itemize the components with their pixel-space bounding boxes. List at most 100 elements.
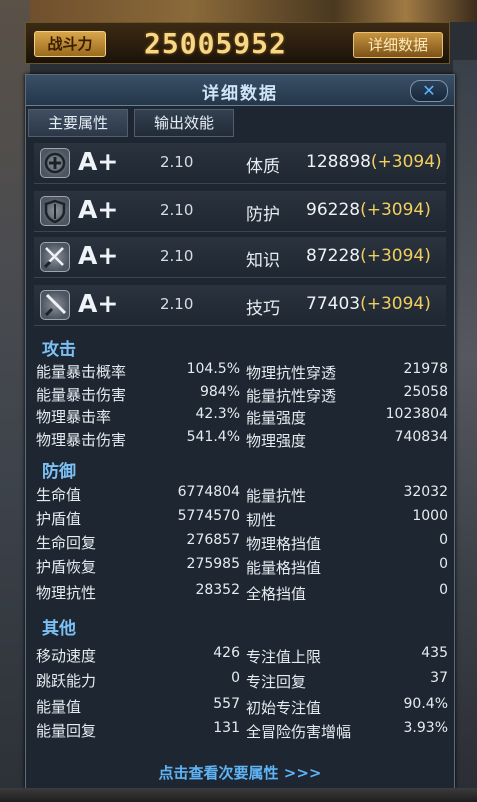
section-title-other: 其他	[42, 619, 76, 639]
stat-value: 740834	[394, 429, 448, 445]
stat-name: 全格挡值	[246, 585, 307, 603]
attribute-multiplier: 2.10	[160, 247, 194, 265]
stat-value: 435	[421, 645, 448, 661]
attribute-base-value: 77403	[306, 294, 361, 314]
crossed-swords-icon	[40, 242, 70, 272]
stat-value: 276857	[186, 532, 240, 548]
attribute-row-skill: A+ 2.10 技巧 77403(+3094)	[34, 285, 446, 326]
attribute-row-knowledge: A+ 2.10 知识 87228(+3094)	[34, 237, 446, 278]
stat-row: 移动速度 426 专注值上限 435	[36, 645, 448, 667]
attribute-base-value: 96228	[306, 200, 361, 220]
game-background-right	[453, 60, 477, 802]
stat-value: 1000	[412, 508, 448, 524]
stat-row: 护盾恢复 275985 能量格挡值 0	[36, 556, 448, 578]
stat-name: 物理暴击伤害	[36, 431, 127, 449]
attribute-bonus: (+3094)	[360, 246, 431, 266]
close-button[interactable]: ✕	[410, 80, 448, 102]
stat-name: 护盾值	[36, 510, 82, 528]
stat-row: 能量回复 131 全冒险伤害增幅 3.93%	[36, 720, 448, 742]
attribute-name: 知识	[246, 251, 280, 271]
stat-name: 初始专注值	[246, 699, 322, 717]
stat-value: 541.4%	[186, 429, 240, 445]
attribute-grade: A+	[78, 241, 119, 270]
view-secondary-attributes-link[interactable]: 点击查看次要属性 >>>	[26, 762, 454, 783]
attribute-multiplier: 2.10	[160, 295, 194, 313]
stat-row: 生命回复 276857 物理格挡值 0	[36, 532, 448, 554]
plus-circle-icon	[40, 148, 70, 178]
stat-value: 37	[430, 670, 448, 686]
attribute-name: 技巧	[246, 299, 280, 319]
stat-value: 25058	[403, 384, 448, 400]
stat-value: 0	[231, 670, 240, 686]
attribute-name: 体质	[246, 157, 280, 177]
stat-row: 物理暴击率 42.3% 能量强度 1023804	[36, 406, 448, 428]
panel-title: 详细数据	[202, 84, 278, 104]
combat-power-label: 战斗力	[34, 31, 106, 57]
stat-row: 生命值 6774804 能量抗性 32032	[36, 484, 448, 506]
stat-row: 能量值 557 初始专注值 90.4%	[36, 696, 448, 718]
attribute-base-value: 128898	[306, 152, 371, 172]
combat-power-value: 25005952	[144, 27, 287, 60]
stat-value: 0	[439, 556, 448, 572]
detail-data-panel: 详细数据 ✕ 主要属性 输出效能 A+ 2.10 体质 128898(+3094…	[25, 74, 455, 789]
stat-value: 426	[213, 645, 240, 661]
close-icon: ✕	[422, 81, 436, 100]
attribute-name: 防护	[246, 205, 280, 225]
stat-name: 物理抗性穿透	[246, 364, 337, 382]
tab-output-efficiency[interactable]: 输出效能	[134, 109, 234, 137]
stat-value: 1023804	[385, 406, 448, 422]
combat-power-bar: 战斗力 25005952 详细数据	[25, 22, 450, 64]
stat-name: 能量格挡值	[246, 559, 322, 577]
stat-name: 能量抗性穿透	[246, 387, 337, 405]
attribute-multiplier: 2.10	[160, 153, 194, 171]
stat-name: 物理强度	[246, 432, 307, 450]
attribute-bonus: (+3094)	[360, 200, 431, 220]
stat-row: 能量暴击伤害 984% 能量抗性穿透 25058	[36, 384, 448, 406]
stat-name: 物理抗性	[36, 584, 97, 602]
stat-value: 90.4%	[403, 696, 448, 712]
attribute-value: 87228(+3094)	[306, 246, 431, 266]
stat-name: 专注值上限	[246, 648, 322, 666]
stat-name: 能量暴击伤害	[36, 386, 127, 404]
stat-name: 生命回复	[36, 534, 97, 552]
detail-data-button[interactable]: 详细数据	[353, 32, 443, 58]
attribute-grade: A+	[78, 195, 119, 224]
stat-row: 能量暴击概率 104.5% 物理抗性穿透 21978	[36, 361, 448, 383]
stat-name: 物理格挡值	[246, 535, 322, 553]
attribute-row-protection: A+ 2.10 防护 96228(+3094)	[34, 191, 446, 232]
sword-icon	[40, 290, 70, 320]
stat-name: 能量值	[36, 698, 82, 716]
stat-value: 104.5%	[186, 361, 240, 377]
stat-name: 跳跃能力	[36, 672, 97, 690]
attribute-bonus: (+3094)	[370, 152, 442, 172]
stat-name: 移动速度	[36, 647, 97, 665]
tab-main-attributes[interactable]: 主要属性	[28, 109, 128, 137]
stat-name: 全冒险伤害增幅	[246, 723, 352, 741]
game-background-top	[0, 0, 477, 22]
attribute-grade: A+	[78, 147, 119, 176]
stat-name: 专注回复	[246, 673, 307, 691]
stat-row: 护盾值 5774570 韧性 1000	[36, 508, 448, 530]
attribute-bonus: (+3094)	[360, 294, 431, 314]
stat-row: 物理抗性 28352 全格挡值 0	[36, 582, 448, 604]
section-title-defense: 防御	[42, 462, 76, 482]
attribute-multiplier: 2.10	[160, 201, 194, 219]
stat-name: 物理暴击率	[36, 408, 112, 426]
stat-value: 6774804	[177, 484, 240, 500]
stat-name: 能量强度	[246, 409, 307, 427]
stat-name: 能量抗性	[246, 487, 307, 505]
stat-value: 42.3%	[195, 406, 240, 422]
section-title-attack: 攻击	[42, 340, 76, 360]
attribute-row-constitution: A+ 2.10 体质 128898(+3094)	[34, 143, 446, 184]
stat-name: 生命值	[36, 486, 82, 504]
stat-value: 0	[439, 532, 448, 548]
stat-name: 韧性	[246, 511, 277, 529]
attribute-value: 77403(+3094)	[306, 294, 431, 314]
attribute-value: 96228(+3094)	[306, 200, 431, 220]
bottom-toolbar	[0, 788, 477, 802]
stat-name: 能量暴击概率	[36, 363, 127, 381]
stat-value: 131	[213, 720, 240, 736]
stat-value: 32032	[403, 484, 448, 500]
stat-value: 28352	[195, 582, 240, 598]
attribute-value: 128898(+3094)	[306, 152, 442, 172]
